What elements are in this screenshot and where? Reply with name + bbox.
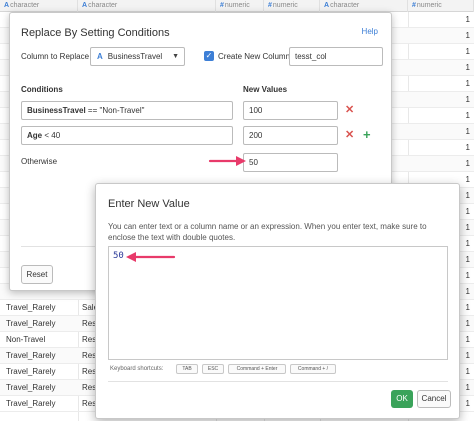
new-value-input-1[interactable]: 100 xyxy=(243,101,338,120)
type-numeric-icon: # xyxy=(268,2,272,9)
grid-col-header-label: numeric xyxy=(224,2,250,9)
annotation-arrow-icon xyxy=(208,156,246,166)
grid-col-header[interactable]: #numeric xyxy=(408,0,474,12)
ok-button[interactable]: OK xyxy=(391,390,413,408)
table-cell: 1 xyxy=(465,63,470,72)
shortcut-key: ESC xyxy=(202,364,224,374)
condition-column: Age xyxy=(27,131,43,140)
conditions-header: Conditions xyxy=(21,85,63,94)
grid-col-header[interactable]: #numeric xyxy=(264,0,320,12)
table-cell: Travel_Rarely xyxy=(6,383,56,392)
editor-value: 50 xyxy=(113,251,124,261)
remove-condition-icon[interactable]: ✕ xyxy=(345,105,354,116)
condition-expression: == "Non-Travel" xyxy=(85,106,145,115)
table-cell: Travel_Rarely xyxy=(6,351,56,360)
new-values-header: New Values xyxy=(243,85,288,94)
grid-col-header-label: character xyxy=(88,2,118,9)
table-cell: Travel_Rarely xyxy=(6,319,56,328)
table-cell: 1 xyxy=(465,95,470,104)
type-character-icon: A xyxy=(324,2,330,9)
create-new-column-label: Create New Column xyxy=(218,52,291,61)
remove-condition-icon[interactable]: ✕ xyxy=(345,130,354,141)
table-cell: 1 xyxy=(465,143,470,152)
new-value-input-2[interactable]: 200 xyxy=(243,126,338,145)
table-cell: 1 xyxy=(465,79,470,88)
enter-new-value-dialog: Enter New Value You can enter text or a … xyxy=(95,183,460,419)
column-to-replace-select[interactable]: A BusinessTravel ▼ xyxy=(90,47,185,66)
condition-expression: < 40 xyxy=(42,131,61,140)
keyboard-shortcuts-label: Keyboard shortcuts: xyxy=(110,366,164,372)
type-numeric-icon: # xyxy=(412,2,416,9)
grid-col-header-label: character xyxy=(330,2,360,9)
grid-col-header[interactable]: #numeric xyxy=(216,0,264,12)
grid-col-header-label: numeric xyxy=(416,2,442,9)
type-character-icon: A xyxy=(4,2,10,9)
grid-col-header[interactable]: Acharacter xyxy=(0,0,78,12)
table-cell: Travel_Rarely xyxy=(6,303,56,312)
table-cell: Travel_Rarely xyxy=(6,399,56,408)
table-cell: Non-Travel xyxy=(6,335,46,344)
grid-col-header[interactable]: Acharacter xyxy=(320,0,408,12)
table-cell: 1 xyxy=(465,47,470,56)
column-to-replace-label: Column to Replace xyxy=(21,52,90,61)
type-character-icon: A xyxy=(97,52,103,61)
column-to-replace-value: BusinessTravel xyxy=(107,52,163,61)
dialog-title: Replace By Setting Conditions xyxy=(21,27,170,39)
shortcut-key: TAB xyxy=(176,364,198,374)
table-cell: 1 xyxy=(465,15,470,24)
type-numeric-icon: # xyxy=(220,2,224,9)
grid-col-header-label: numeric xyxy=(272,2,298,9)
table-cell: 1 xyxy=(465,159,470,168)
shortcut-key: Command + Enter xyxy=(228,364,286,374)
cancel-button[interactable]: Cancel xyxy=(417,390,451,408)
table-cell: Travel_Rarely xyxy=(6,367,56,376)
dialog-description: You can enter text or a column name or a… xyxy=(108,222,427,242)
otherwise-value-input[interactable]: 50 xyxy=(243,153,338,172)
reset-button[interactable]: Reset xyxy=(21,265,53,284)
dialog-title: Enter New Value xyxy=(108,198,190,210)
new-column-name-input[interactable]: tesst_col xyxy=(289,47,383,66)
table-cell: 1 xyxy=(465,111,470,120)
grid-col-header-label: character xyxy=(10,2,40,9)
condition-input-2[interactable]: Age < 40 xyxy=(21,126,233,145)
add-condition-icon[interactable]: + xyxy=(363,128,371,141)
chevron-down-icon: ▼ xyxy=(172,53,179,60)
type-character-icon: A xyxy=(82,2,88,9)
create-new-column-checkbox[interactable]: ✓ xyxy=(204,51,214,61)
condition-column: BusinessTravel xyxy=(27,106,86,115)
expression-editor[interactable]: 50 xyxy=(108,246,448,360)
condition-input-1[interactable]: BusinessTravel == "Non-Travel" xyxy=(21,101,233,120)
grid-header: Acharacter Acharacter #numeric #numeric … xyxy=(0,0,474,12)
grid-col-header[interactable]: Acharacter xyxy=(78,0,216,12)
table-cell: 1 xyxy=(465,31,470,40)
table-cell: 1 xyxy=(465,127,470,136)
help-link[interactable]: Help xyxy=(362,27,378,36)
dialog-divider xyxy=(108,381,448,382)
otherwise-label: Otherwise xyxy=(21,157,58,166)
annotation-arrow-icon xyxy=(126,252,176,262)
shortcut-key: Command + / xyxy=(290,364,336,374)
